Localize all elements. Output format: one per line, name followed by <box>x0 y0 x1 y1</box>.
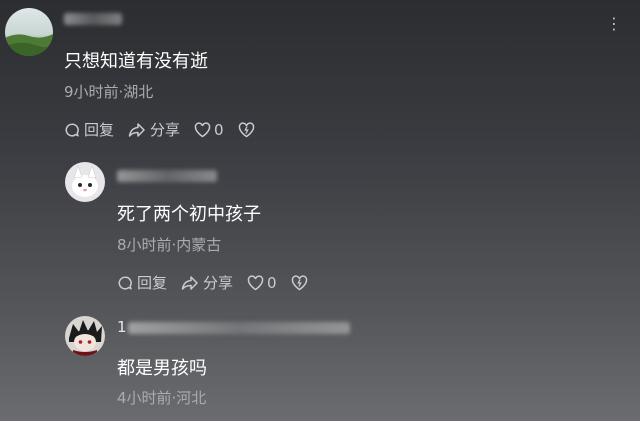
share-button[interactable]: 分享 <box>181 272 233 293</box>
reply-icon <box>64 122 80 138</box>
avatar[interactable] <box>5 8 53 56</box>
username-blurred[interactable] <box>117 170 217 182</box>
comment-text: 死了两个初中孩子 <box>117 204 261 225</box>
more-icon[interactable]: ⋮ <box>606 14 623 33</box>
comment-actions: 回复 分享 0 <box>117 272 308 293</box>
share-label: 分享 <box>203 274 234 292</box>
avatar[interactable] <box>65 162 105 202</box>
like-icon <box>247 274 264 291</box>
avatar[interactable] <box>65 316 105 356</box>
share-icon <box>181 275 199 291</box>
like-count: 0 <box>267 273 277 292</box>
username-blurred[interactable] <box>128 322 350 334</box>
share-button[interactable]: 分享 <box>128 119 180 140</box>
reply-label: 回复 <box>84 121 115 139</box>
dislike-icon <box>238 121 255 138</box>
dislike-button[interactable] <box>238 121 255 138</box>
like-icon <box>194 121 211 138</box>
share-icon <box>128 122 146 138</box>
comment-actions: 回复 分享 0 <box>64 119 255 140</box>
reply-icon <box>117 275 133 291</box>
dislike-button[interactable] <box>291 274 308 291</box>
comment-text: 都是男孩吗 <box>117 358 207 379</box>
reply-label: 回复 <box>137 274 168 292</box>
like-button[interactable]: 0 <box>194 121 224 139</box>
dislike-icon <box>291 274 308 291</box>
comment-text: 只想知道有没有逝 <box>64 51 208 72</box>
username-blurred[interactable] <box>64 13 122 25</box>
share-label: 分享 <box>150 121 181 139</box>
like-count: 0 <box>214 120 224 139</box>
comment-meta: 4小时前·河北 <box>117 389 207 407</box>
like-button[interactable]: 0 <box>247 274 277 292</box>
comment-meta: 8小时前·内蒙古 <box>117 236 222 254</box>
username-prefix[interactable]: 1 <box>117 318 127 336</box>
reply-button[interactable]: 回复 <box>64 119 114 140</box>
reply-button[interactable]: 回复 <box>117 272 167 293</box>
comment-meta: 9小时前·湖北 <box>64 83 154 101</box>
